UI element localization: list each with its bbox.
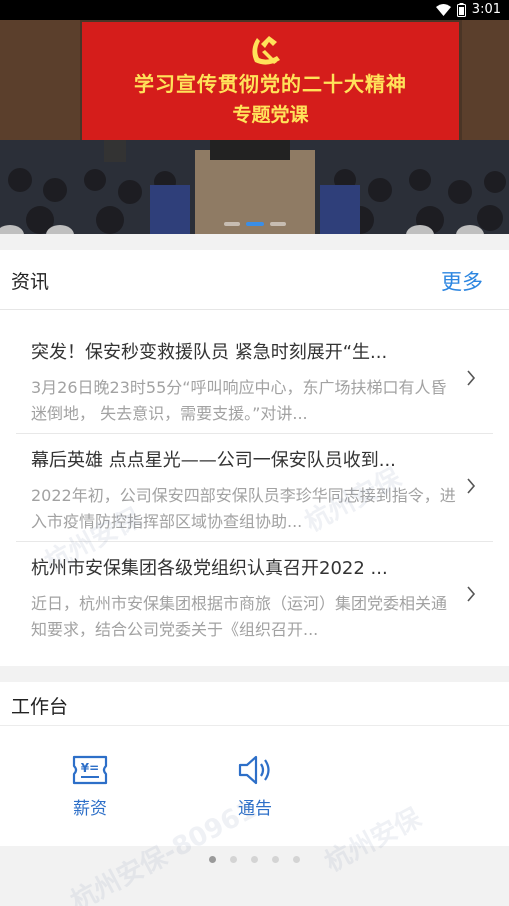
page-dot[interactable] [293, 856, 300, 863]
wifi-icon [435, 3, 451, 16]
news-section: 资讯 更多 突发！保安秒变救援队员 紧急时刻展开“生... 3月26日晚23时5… [0, 250, 509, 666]
banner-indicator [0, 222, 509, 226]
workbench-section: 工作台 ¥= 薪资 通告 [0, 682, 509, 846]
news-item-title: 幕后英雄 点点星光——公司一保安队员收到... [31, 450, 396, 471]
svg-text:¥=: ¥= [81, 761, 99, 775]
battery-icon [456, 2, 466, 17]
banner-dot[interactable] [269, 222, 286, 226]
banner-dot-active[interactable] [245, 222, 264, 226]
news-item[interactable]: 突发！保安秒变救援队员 紧急时刻展开“生... 3月26日晚23时55分“呼叫响… [16, 326, 493, 434]
salary-label: 薪资 [73, 799, 107, 819]
page-indicator [0, 856, 509, 863]
news-item-summary: 2022年初，公司保安四部安保队员李珍华同志接到指令，进入市疫情防控指挥部区域协… [31, 486, 456, 531]
news-item[interactable]: 幕后英雄 点点星光——公司一保安队员收到... 2022年初，公司保安四部安保队… [16, 434, 493, 542]
banner-title-line1: 学习宣传贯彻党的二十大精神 [134, 72, 407, 96]
workbench-header: 工作台 [0, 682, 509, 726]
banner-dot[interactable] [223, 222, 240, 226]
news-item-summary: 3月26日晚23时55分“呼叫响应中心，东广场扶梯口有人昏迷倒地， 失去意识，需… [31, 378, 447, 423]
salary-icon: ¥= [72, 755, 108, 785]
page-dot[interactable] [251, 856, 258, 863]
banner-carousel[interactable]: 学习宣传贯彻党的二十大精神 专题党课 [0, 20, 509, 234]
news-header: 资讯 更多 [0, 250, 509, 310]
news-section-title: 资讯 [11, 271, 50, 293]
news-item-summary: 近日，杭州市安保集团根据市商旅（运河）集团党委相关通知要求，结合公司党委关于《组… [31, 594, 448, 639]
salary-tile[interactable]: ¥= 薪资 [50, 754, 130, 819]
notice-tile[interactable]: 通告 [215, 754, 295, 819]
news-item[interactable]: 杭州市安保集团各级党组织认真召开2022 ... 近日，杭州市安保集团根据市商旅… [16, 542, 493, 650]
page-dot[interactable] [272, 856, 279, 863]
chevron-right-icon [467, 370, 476, 386]
status-time: 3:01 [471, 2, 501, 17]
workbench-title: 工作台 [11, 696, 69, 718]
news-item-title: 突发！保安秒变救援队员 紧急时刻展开“生... [31, 342, 388, 363]
speaker-icon [238, 755, 270, 785]
chevron-right-icon [467, 586, 476, 602]
status-bar: 3:01 [0, 0, 509, 20]
more-link[interactable]: 更多 [441, 266, 483, 296]
page-dot[interactable] [230, 856, 237, 863]
page-dot-active[interactable] [209, 856, 216, 863]
banner-title-line2: 专题党课 [232, 104, 309, 126]
party-emblem-icon [252, 36, 280, 65]
news-item-title: 杭州市安保集团各级党组织认真召开2022 ... [31, 558, 388, 579]
chevron-right-icon [467, 478, 476, 494]
notice-label: 通告 [238, 799, 272, 819]
